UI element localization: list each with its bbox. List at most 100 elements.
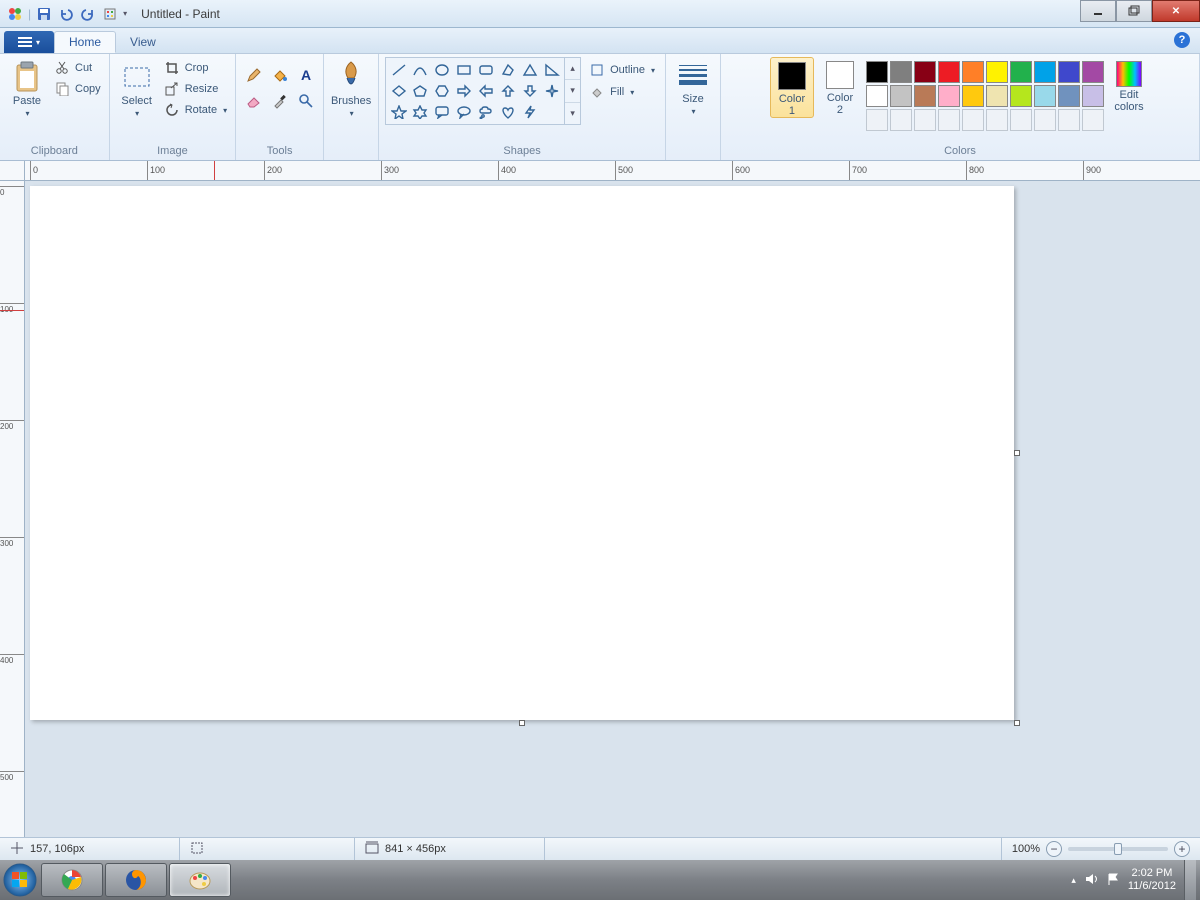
redo-icon[interactable] — [79, 5, 97, 23]
shape-oval[interactable] — [432, 60, 453, 80]
shape-callout-oval[interactable] — [454, 102, 475, 122]
palette-color[interactable] — [938, 61, 960, 83]
shape-curve[interactable] — [410, 60, 431, 80]
palette-color[interactable] — [1010, 85, 1032, 107]
palette-color[interactable] — [986, 85, 1008, 107]
tray-clock[interactable]: 2:02 PM 11/6/2012 — [1128, 867, 1176, 893]
select-button[interactable]: Select▾ — [116, 57, 158, 119]
customize-qat-icon[interactable] — [101, 5, 119, 23]
palette-color[interactable] — [1058, 61, 1080, 83]
shapes-scroll-down[interactable]: ▾ — [565, 80, 580, 102]
show-desktop-button[interactable] — [1184, 860, 1196, 900]
tool-picker[interactable] — [268, 89, 291, 112]
save-icon[interactable] — [35, 5, 53, 23]
palette-color[interactable] — [1058, 85, 1080, 107]
palette-color[interactable] — [890, 61, 912, 83]
shape-arrow-left[interactable] — [476, 81, 497, 101]
tool-text[interactable]: A — [294, 63, 317, 86]
palette-color[interactable] — [1082, 61, 1104, 83]
tray-volume-icon[interactable] — [1084, 872, 1098, 889]
palette-color[interactable] — [1082, 85, 1104, 107]
shape-arrow-up[interactable] — [498, 81, 519, 101]
shape-callout-rect[interactable] — [432, 102, 453, 122]
resize-handle-right[interactable] — [1014, 450, 1020, 456]
shapes-scroll-up[interactable]: ▴ — [565, 58, 580, 80]
shape-pentagon[interactable] — [410, 81, 431, 101]
palette-custom-slot[interactable] — [962, 109, 984, 131]
tool-fill[interactable] — [268, 63, 291, 86]
maximize-button[interactable] — [1116, 0, 1152, 22]
palette-custom-slot[interactable] — [1034, 109, 1056, 131]
palette-custom-slot[interactable] — [866, 109, 888, 131]
brushes-button[interactable]: Brushes▾ — [330, 57, 372, 119]
paste-button[interactable]: Paste▾ — [6, 57, 48, 119]
palette-custom-slot[interactable] — [1082, 109, 1104, 131]
canvas-viewport[interactable] — [25, 181, 1200, 837]
undo-icon[interactable] — [57, 5, 75, 23]
palette-custom-slot[interactable] — [986, 109, 1008, 131]
palette-color[interactable] — [938, 85, 960, 107]
copy-button[interactable]: Copy — [52, 80, 103, 98]
shape-polygon[interactable] — [498, 60, 519, 80]
shape-hexagon[interactable] — [432, 81, 453, 101]
palette-custom-slot[interactable] — [1058, 109, 1080, 131]
crop-button[interactable]: Crop — [162, 59, 229, 77]
shape-callout-cloud[interactable] — [476, 102, 497, 122]
shape-star6[interactable] — [410, 102, 431, 122]
shape-heart[interactable] — [498, 102, 519, 122]
shapes-expand[interactable]: ▾ — [565, 103, 580, 124]
palette-color[interactable] — [1034, 61, 1056, 83]
shape-line[interactable] — [388, 60, 409, 80]
tab-view[interactable]: View — [116, 31, 170, 53]
shape-arrow-right[interactable] — [454, 81, 475, 101]
edit-colors-button[interactable]: Edit colors — [1108, 57, 1150, 113]
resize-handle-bottom[interactable] — [519, 720, 525, 726]
palette-color[interactable] — [1010, 61, 1032, 83]
shapes-gallery[interactable] — [385, 57, 565, 125]
palette-color[interactable] — [866, 85, 888, 107]
zoom-slider-thumb[interactable] — [1114, 843, 1122, 855]
palette-color[interactable] — [914, 85, 936, 107]
tool-pencil[interactable] — [242, 63, 265, 86]
shape-diamond[interactable] — [388, 81, 409, 101]
shape-lightning[interactable] — [519, 102, 540, 122]
palette-color[interactable] — [986, 61, 1008, 83]
palette-color[interactable] — [962, 61, 984, 83]
palette-custom-slot[interactable] — [938, 109, 960, 131]
tool-magnifier[interactable] — [294, 89, 317, 112]
palette-color[interactable] — [962, 85, 984, 107]
rotate-button[interactable]: Rotate▾ — [162, 101, 229, 119]
palette-custom-slot[interactable] — [890, 109, 912, 131]
palette-custom-slot[interactable] — [914, 109, 936, 131]
resize-handle-corner[interactable] — [1014, 720, 1020, 726]
start-button[interactable] — [0, 860, 40, 900]
qat-dropdown-icon[interactable]: ▾ — [123, 9, 127, 18]
palette-color[interactable] — [890, 85, 912, 107]
shape-rect[interactable] — [454, 60, 475, 80]
resize-button[interactable]: Resize — [162, 80, 229, 98]
close-button[interactable]: ✕ — [1152, 0, 1200, 22]
shape-outline-button[interactable]: Outline▾ — [587, 61, 657, 79]
shape-star5[interactable] — [388, 102, 409, 122]
palette-custom-slot[interactable] — [1010, 109, 1032, 131]
shape-arrow-down[interactable] — [519, 81, 540, 101]
cut-button[interactable]: Cut — [52, 59, 103, 77]
palette-color[interactable] — [866, 61, 888, 83]
size-button[interactable]: Size▾ — [672, 57, 714, 117]
shape-roundrect[interactable] — [476, 60, 497, 80]
help-icon[interactable]: ? — [1174, 32, 1190, 48]
tray-show-hidden-icon[interactable]: ▴ — [1071, 875, 1076, 886]
color1-button[interactable]: Color 1 — [770, 57, 814, 118]
shape-fill-button[interactable]: Fill▾ — [587, 83, 657, 101]
shape-star4[interactable] — [541, 81, 562, 101]
canvas[interactable] — [30, 186, 1014, 720]
taskbar-app-chrome[interactable] — [41, 863, 103, 897]
color2-button[interactable]: Color 2 — [818, 57, 862, 116]
zoom-out-button[interactable]: − — [1046, 841, 1062, 857]
shape-triangle[interactable] — [519, 60, 540, 80]
tray-flag-icon[interactable] — [1106, 872, 1120, 889]
palette-color[interactable] — [914, 61, 936, 83]
shape-right-triangle[interactable] — [541, 60, 562, 80]
zoom-in-button[interactable]: + — [1174, 841, 1190, 857]
palette-color[interactable] — [1034, 85, 1056, 107]
